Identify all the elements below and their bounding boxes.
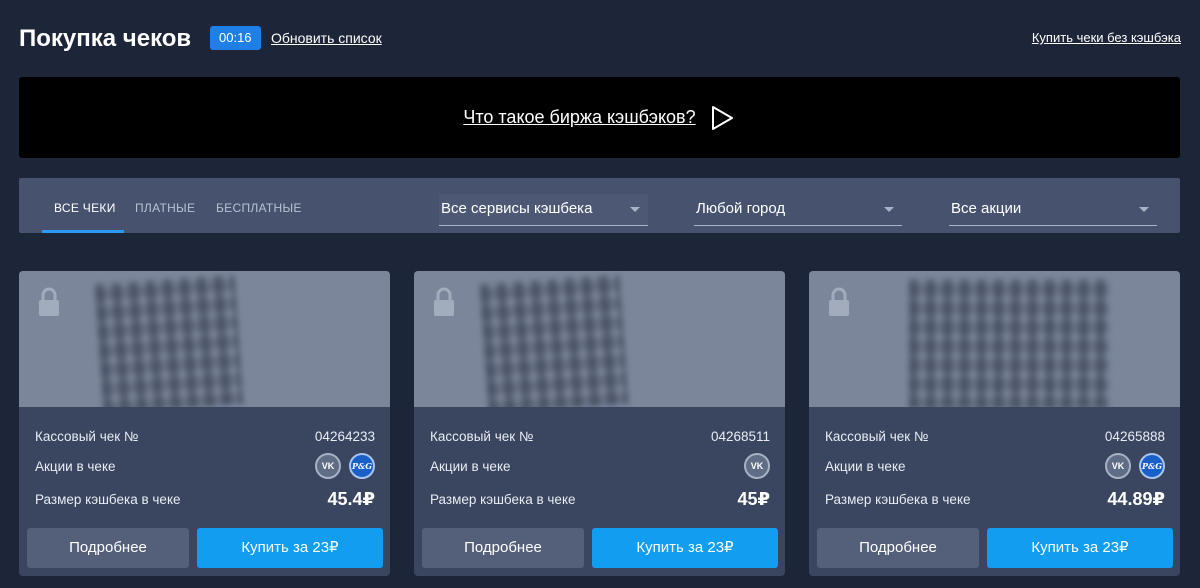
pg-icon: P&G [349,453,375,479]
buy-button[interactable]: Купить за 23₽ [987,528,1173,568]
lock-icon [434,287,454,316]
buy-without-cashback-link[interactable]: Купить чеки без кэшбэка [1032,22,1181,54]
receipt-card: Кассовый чек № 04265888 Акции в чеке VK … [809,271,1180,576]
promos-label: Акции в чеке [35,459,116,474]
vk-icon: VK [315,453,341,479]
receipt-number-label: Кассовый чек № [35,429,139,444]
qr-code-blur [909,279,1109,407]
receipt-number: 04264233 [314,429,375,444]
qr-code-blur [479,274,629,407]
pg-icon: P&G [1139,453,1165,479]
banner-link[interactable]: Что такое биржа кэшбэков? [463,107,695,128]
cashback-service-select-value: Все сервисы кэшбека [441,200,593,217]
receipt-image-blurred [19,271,390,407]
cashback-row: Размер кэшбека в чеке 45.4₽ [35,489,375,510]
receipt-number-row: Кассовый чек № 04268511 [430,427,770,447]
receipt-image-blurred [809,271,1180,407]
receipt-image-blurred [414,271,785,407]
chevron-down-icon [1139,207,1149,212]
cashback-row: Размер кэшбека в чеке 45₽ [430,489,770,510]
lock-icon [829,287,849,316]
receipt-number: 04265888 [1104,429,1165,444]
lock-icon [39,287,59,316]
page-title: Покупка чеков [19,25,192,52]
promos-label: Акции в чеке [825,459,906,474]
qr-code-blur [94,274,244,407]
cashback-value: 44.89₽ [1107,489,1165,509]
tab-all-receipts[interactable]: Все чеки [54,178,116,233]
receipt-card: Кассовый чек № 04268511 Акции в чеке VK … [414,271,785,576]
buy-button[interactable]: Купить за 23₽ [197,528,383,568]
tab-free[interactable]: Бесплатные [216,178,302,233]
promos-row: Акции в чеке VK P&G [35,453,375,479]
cashback-value: 45₽ [737,489,770,509]
cashback-label: Размер кэшбека в чеке [35,492,181,507]
receipt-number-label: Кассовый чек № [825,429,929,444]
receipt-number-row: Кассовый чек № 04264233 [35,427,375,447]
chevron-down-icon [630,207,640,212]
vk-icon: VK [1105,453,1131,479]
promos-row: Акции в чеке VK [430,453,770,479]
refresh-list-link[interactable]: Обновить список [271,22,382,54]
promo-select[interactable]: Все акции [949,194,1157,226]
cashback-row: Размер кэшбека в чеке 44.89₽ [825,489,1165,510]
page-header: Покупка чеков 00:16 Обновить список Купи… [19,22,1181,56]
details-button[interactable]: Подробнее [817,528,979,568]
receipt-number: 04268511 [710,429,770,444]
receipt-number-label: Кассовый чек № [430,429,534,444]
promo-select-value: Все акции [951,200,1022,217]
city-select-value: Любой город [696,200,786,217]
chevron-down-icon [884,207,894,212]
vk-icon: VK [744,453,770,479]
timer-badge: 00:16 [210,26,261,50]
receipt-card: Кассовый чек № 04264233 Акции в чеке VK … [19,271,390,576]
details-button[interactable]: Подробнее [27,528,189,568]
tab-paid[interactable]: Платные [135,178,195,233]
promo-banner[interactable]: Что такое биржа кэшбэков? [19,77,1180,158]
promos-row: Акции в чеке VK P&G [825,453,1165,479]
cashback-value: 45.4₽ [327,489,375,509]
active-tab-indicator [42,230,124,233]
filter-bar: Все чеки Платные Бесплатные Все сервисы … [19,178,1180,233]
city-select[interactable]: Любой город [694,194,902,226]
cashback-label: Размер кэшбека в чеке [430,492,576,507]
cashback-label: Размер кэшбека в чеке [825,492,971,507]
details-button[interactable]: Подробнее [422,528,584,568]
promos-label: Акции в чеке [430,459,511,474]
cashback-service-select[interactable]: Все сервисы кэшбека [439,194,648,226]
play-icon[interactable] [708,104,736,132]
receipt-number-row: Кассовый чек № 04265888 [825,427,1165,447]
buy-button[interactable]: Купить за 23₽ [592,528,778,568]
